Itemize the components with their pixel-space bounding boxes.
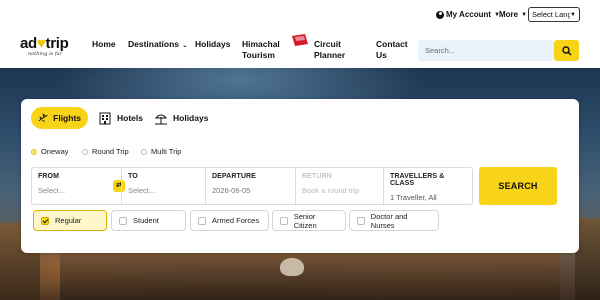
- search-icon: [561, 45, 572, 56]
- fare-type-senior-citizen[interactable]: Senior Citizen: [272, 210, 346, 231]
- new-ribbon-icon: [292, 34, 308, 46]
- language-select-label: Select Language: [532, 10, 571, 19]
- return-field[interactable]: RETURN Book a round trip: [295, 168, 383, 204]
- fare-type-doctor-nurses[interactable]: Doctor and Nurses: [349, 210, 439, 231]
- nav-contact-us[interactable]: Contact Us: [376, 39, 408, 61]
- checkbox-icon: [357, 216, 365, 225]
- my-account-label: My Account: [446, 10, 492, 19]
- top-utility-bar: My Account ▼ More ▼ Select Language ▼: [0, 6, 600, 26]
- chevron-down-icon: ▼: [570, 11, 576, 18]
- trip-type-multi-trip[interactable]: Multi Trip: [141, 147, 181, 156]
- nav-home[interactable]: Home: [92, 39, 116, 50]
- logo-text-post: trip: [45, 35, 69, 52]
- checkbox-icon: [119, 216, 127, 225]
- search-button[interactable]: [554, 40, 579, 61]
- more-menu[interactable]: More ▼: [499, 10, 527, 19]
- site-logo[interactable]: ad♥trip nothing is far: [20, 36, 80, 62]
- logo-heart-icon: ♥: [36, 35, 46, 52]
- checkbox-checked-icon: [41, 216, 49, 225]
- tab-holidays-label: Holidays: [173, 113, 209, 123]
- plane-icon: [38, 113, 48, 122]
- user-icon: [436, 10, 444, 19]
- travellers-value: 1 Traveller, All: [390, 193, 437, 202]
- flight-search-button[interactable]: SEARCH: [479, 167, 557, 205]
- language-select[interactable]: Select Language ▼: [528, 7, 580, 22]
- fare-type-student[interactable]: Student: [111, 210, 186, 231]
- tab-hotels[interactable]: Hotels: [91, 107, 150, 129]
- travellers-label: TRAVELLERS & CLASS: [390, 173, 445, 187]
- trip-type-oneway[interactable]: Oneway: [31, 147, 69, 156]
- to-value: Select...: [128, 186, 156, 195]
- from-field[interactable]: FROM Select... ⇄: [32, 168, 125, 204]
- chevron-down-icon: ⌄: [182, 43, 188, 49]
- checkbox-icon: [198, 216, 206, 225]
- departure-label: DEPARTURE: [212, 173, 256, 180]
- nav-destinations[interactable]: Destinations ⌄: [128, 39, 187, 52]
- checkbox-icon: [280, 216, 288, 225]
- tab-flights-label: Flights: [53, 113, 81, 123]
- radio-icon: [141, 148, 147, 155]
- radio-icon: [82, 148, 88, 155]
- fare-type-regular[interactable]: Regular: [33, 210, 107, 231]
- logo-text-pre: ad: [20, 35, 37, 52]
- hero-hat: [280, 258, 304, 276]
- nav-circuit-planner[interactable]: Circuit Planner: [314, 39, 345, 61]
- booking-card: Flights Hotels Holidays Oneway Round Tri…: [21, 99, 579, 253]
- return-label: RETURN: [302, 173, 332, 180]
- flight-search-fields: FROM Select... ⇄ TO Select... DEPARTURE …: [31, 167, 473, 205]
- departure-field[interactable]: DEPARTURE 2026-06-05: [205, 168, 295, 204]
- to-label: TO: [128, 173, 138, 180]
- from-label: FROM: [38, 173, 60, 180]
- search-input[interactable]: Search...: [418, 40, 554, 61]
- to-field[interactable]: TO Select...: [121, 168, 205, 204]
- tab-hotels-label: Hotels: [117, 113, 143, 123]
- beach-umbrella-icon: [154, 114, 168, 124]
- trip-type-round-trip[interactable]: Round Trip: [82, 147, 129, 156]
- radio-selected-icon: [31, 148, 37, 155]
- travellers-class-field[interactable]: TRAVELLERS & CLASS 1 Traveller, All: [383, 168, 473, 204]
- nav-himachal-tourism[interactable]: Himachal Tourism: [242, 39, 280, 61]
- logo-tagline: nothing is far: [28, 51, 63, 57]
- departure-value: 2026-06-05: [212, 186, 251, 195]
- more-label: More: [499, 10, 519, 19]
- hero-rock-foreground: [60, 253, 560, 300]
- tab-flights[interactable]: Flights: [31, 107, 88, 129]
- chevron-down-icon: ▼: [521, 11, 528, 18]
- fare-type-armed-forces[interactable]: Armed Forces: [190, 210, 269, 231]
- return-value: Book a round trip: [302, 186, 360, 195]
- tab-holidays[interactable]: Holidays: [147, 107, 215, 129]
- my-account-menu[interactable]: My Account ▼: [436, 10, 500, 19]
- from-value: Select...: [38, 186, 66, 195]
- nav-holidays[interactable]: Holidays: [195, 39, 230, 50]
- hotel-icon: [99, 112, 111, 124]
